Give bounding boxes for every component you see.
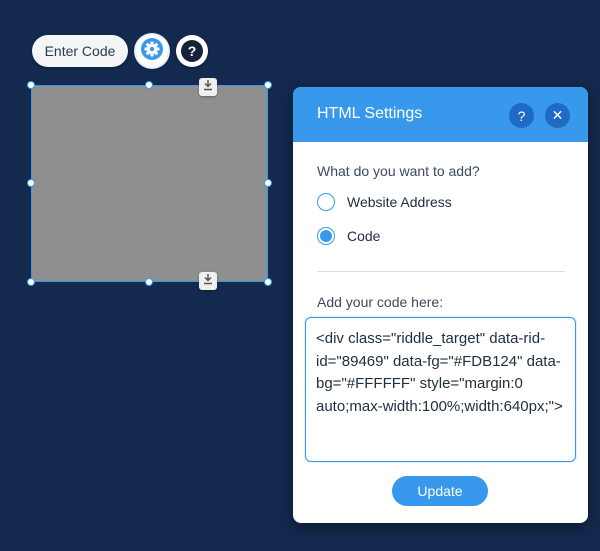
resize-handle-left[interactable] [27,179,35,187]
option-website-address[interactable]: Website Address [317,193,452,211]
resize-handle-top-right[interactable] [264,81,272,89]
option-label: Website Address [347,194,452,210]
html-embed-element[interactable] [31,85,268,282]
help-icon: ? [517,107,526,124]
resize-handle-bottom[interactable] [145,278,153,286]
radio-button[interactable] [317,193,335,211]
code-textarea[interactable]: <div class="riddle_target" data-rid-id="… [305,317,576,462]
top-anchor-button[interactable] [199,78,217,96]
resize-handle-top[interactable] [145,81,153,89]
html-settings-panel: HTML Settings ? ✕ What do you want to ad… [293,87,588,523]
resize-handle-right[interactable] [264,179,272,187]
code-label: Add your code here: [317,294,444,310]
option-label: Code [347,228,381,244]
download-anchor-icon [202,272,214,290]
close-icon: ✕ [551,107,564,123]
update-button[interactable]: Update [392,476,488,506]
panel-close-button[interactable]: ✕ [545,103,570,128]
help-button[interactable]: ? [176,35,208,67]
gear-icon [140,37,164,66]
question-label: What do you want to add? [317,163,480,179]
radio-dot [320,230,332,242]
help-icon: ? [181,40,203,62]
divider [317,271,565,272]
option-code[interactable]: Code [317,227,380,245]
enter-code-button[interactable]: Enter Code [32,35,128,67]
panel-help-button[interactable]: ? [509,103,534,128]
settings-button[interactable] [136,35,168,67]
panel-header: HTML Settings ? ✕ [293,87,588,142]
panel-title: HTML Settings [317,105,423,122]
download-anchor-icon [202,78,214,96]
resize-handle-top-left[interactable] [27,81,35,89]
bottom-anchor-button[interactable] [199,272,217,290]
resize-handle-bottom-right[interactable] [264,278,272,286]
resize-handle-bottom-left[interactable] [27,278,35,286]
radio-button-selected[interactable] [317,227,335,245]
